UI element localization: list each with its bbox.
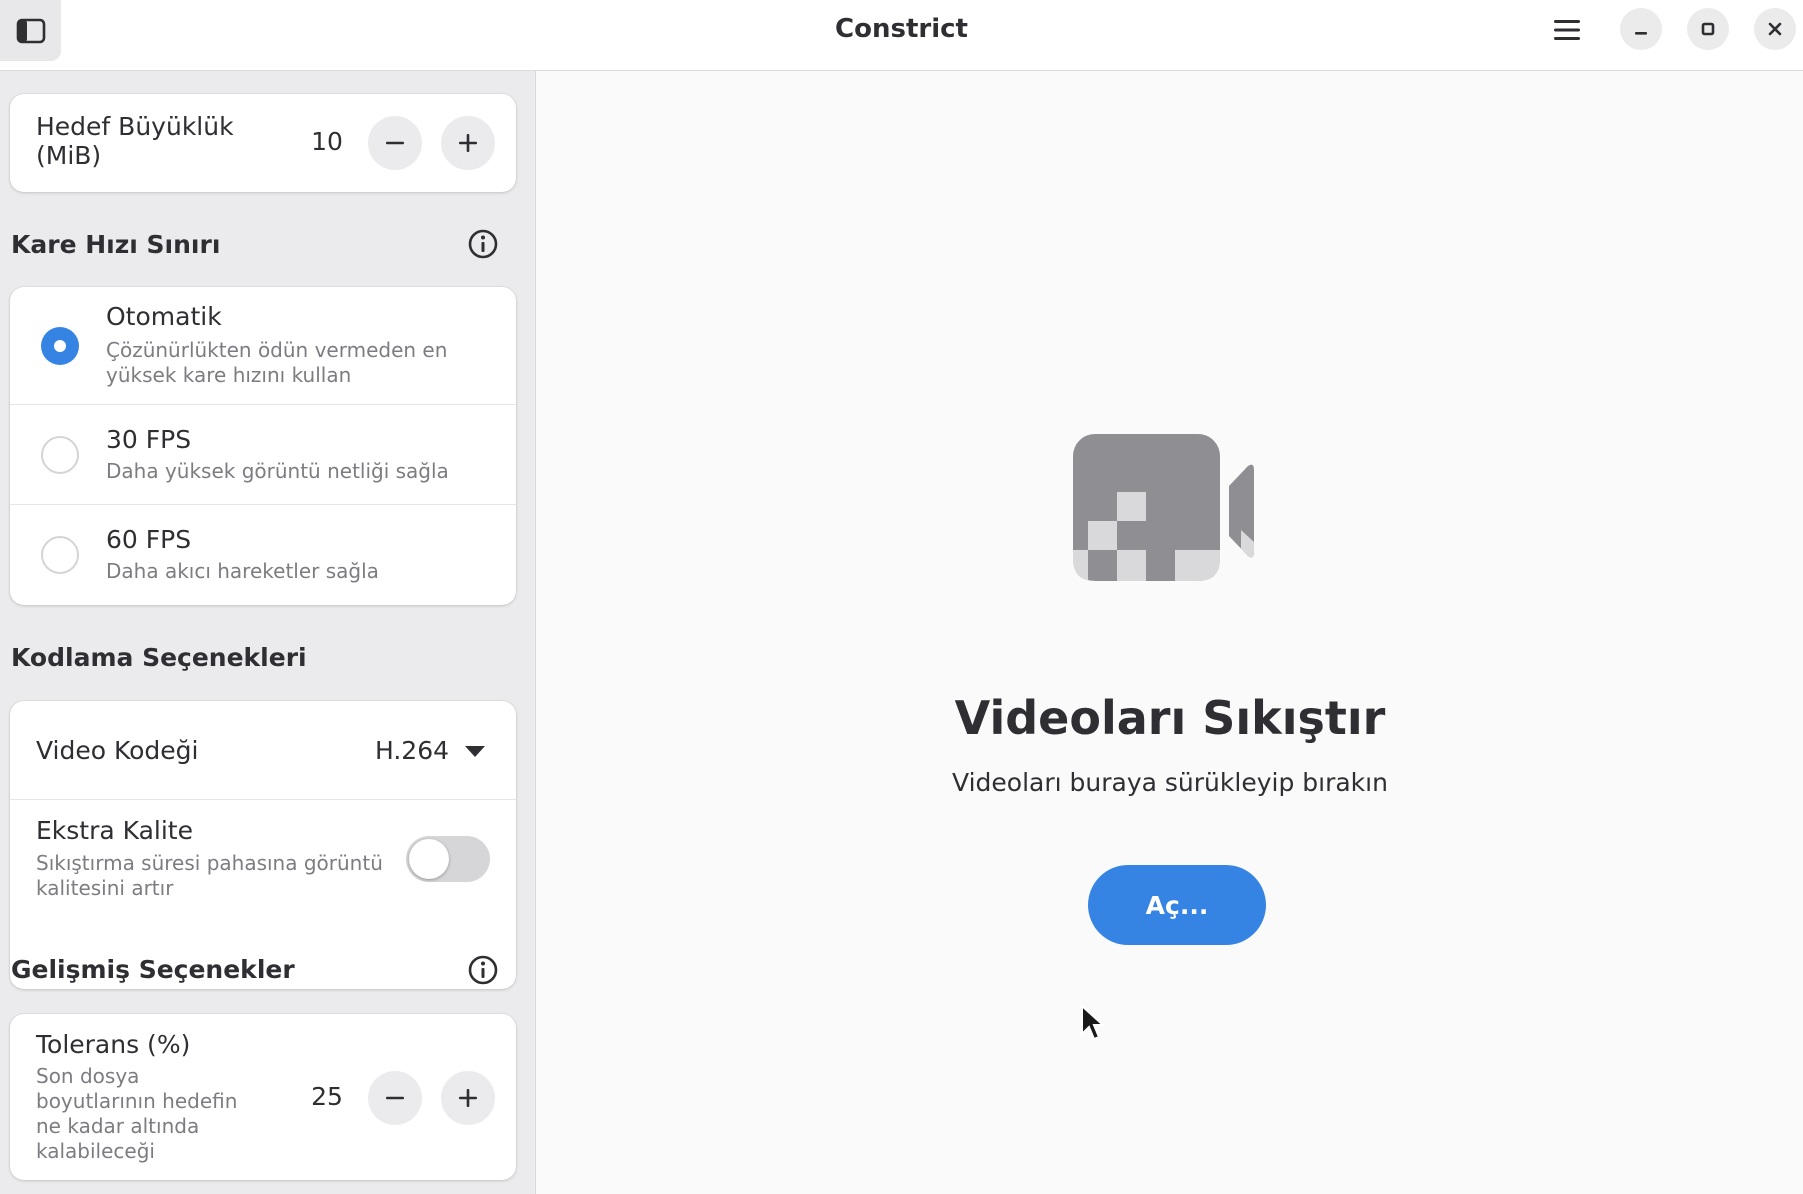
video-codec-row[interactable]: Video Kodeği H.264 (10, 701, 516, 800)
hamburger-menu-icon (1554, 20, 1580, 40)
frame-rate-radio-30fps[interactable] (41, 436, 79, 474)
target-size-label: Hedef Büyüklük (MiB) (36, 112, 234, 170)
video-camera-icon (1073, 434, 1254, 581)
frame-rate-option-title: 30 FPS (106, 425, 192, 454)
sidebar-toggle-icon (16, 18, 45, 43)
video-codec-label: Video Kodeği (36, 736, 199, 765)
tolerance-row: Tolerans (%) Son dosya boyutlarının hede… (10, 1014, 516, 1180)
close-button[interactable] (1754, 8, 1796, 50)
frame-rate-option-subtitle: Daha yüksek görüntü netliği sağla (106, 459, 449, 483)
window-title: Constrict (835, 14, 968, 44)
extra-quality-subtitle: Sıkıştırma süresi pahasına görüntü kalit… (36, 851, 383, 900)
tolerance-value[interactable]: 25 (302, 1082, 352, 1111)
extra-quality-switch[interactable] (406, 836, 490, 882)
settings-sidebar: Hedef Büyüklük (MiB) 10 Kare Hızı Sınırı… (0, 71, 536, 1194)
video-codec-value[interactable]: H.264 (375, 736, 449, 765)
header-bar: Constrict (0, 0, 1803, 71)
tolerance-increment-button[interactable] (441, 1071, 495, 1125)
tolerance-subtitle: Son dosya boyutlarının hedefin ne kadar … (36, 1064, 238, 1163)
tolerance-title: Tolerans (%) (36, 1030, 191, 1059)
target-size-value[interactable]: 10 (302, 127, 352, 156)
main-menu-button[interactable] (1544, 7, 1590, 53)
advanced-heading: Gelişmiş Seçenekler (11, 955, 295, 984)
frame-rate-option-title: 60 FPS (106, 525, 192, 554)
encoding-heading: Kodlama Seçenekleri (11, 643, 307, 672)
frame-rate-option-auto[interactable]: Otomatik Çözünürlükten ödün vermeden en … (10, 287, 516, 405)
switch-knob (409, 839, 449, 879)
tolerance-decrement-button[interactable] (368, 1071, 422, 1125)
chevron-down-icon (465, 746, 485, 757)
minimize-button[interactable] (1620, 8, 1662, 50)
main-title: Videoları Sıkıştır (954, 691, 1386, 745)
frame-rate-info-button[interactable] (463, 224, 503, 264)
minimize-icon (1635, 32, 1647, 35)
mouse-cursor-icon (1081, 1004, 1106, 1041)
info-icon (468, 955, 498, 985)
open-button[interactable]: Aç... (1088, 865, 1266, 945)
extra-quality-title: Ekstra Kalite (36, 816, 193, 845)
frame-rate-option-subtitle: Daha akıcı hareketler sağla (106, 559, 379, 583)
frame-rate-option-60fps[interactable]: 60 FPS Daha akıcı hareketler sağla (10, 505, 516, 605)
plus-icon (459, 134, 477, 152)
main-subtitle: Videoları buraya sürükleyip bırakın (952, 768, 1388, 797)
advanced-info-button[interactable] (463, 950, 503, 990)
plus-icon (459, 1089, 477, 1107)
frame-rate-heading: Kare Hızı Sınırı (11, 230, 221, 259)
frame-rate-option-subtitle: Çözünürlükten ödün vermeden en yüksek ka… (106, 338, 448, 387)
encoding-card: Video Kodeği H.264 Ekstra Kalite Sıkıştı… (10, 701, 516, 989)
frame-rate-radio-60fps[interactable] (41, 536, 79, 574)
target-size-increment-button[interactable] (441, 116, 495, 170)
info-icon (468, 229, 498, 259)
target-size-row: Hedef Büyüklük (MiB) 10 (10, 94, 516, 192)
minus-icon (386, 1096, 404, 1100)
frame-rate-card: Otomatik Çözünürlükten ödün vermeden en … (10, 287, 516, 605)
target-size-decrement-button[interactable] (368, 116, 422, 170)
target-size-card: Hedef Büyüklük (MiB) 10 (10, 94, 516, 192)
frame-rate-option-30fps[interactable]: 30 FPS Daha yüksek görüntü netliği sağla (10, 405, 516, 505)
frame-rate-option-title: Otomatik (106, 302, 222, 331)
close-icon (1768, 22, 1782, 36)
sidebar-toggle-button[interactable] (0, 0, 61, 61)
drop-zone[interactable]: Videoları Sıkıştır Videoları buraya sürü… (537, 71, 1803, 1194)
tolerance-card: Tolerans (%) Son dosya boyutlarının hede… (10, 1014, 516, 1180)
frame-rate-radio-auto[interactable] (41, 327, 79, 365)
minus-icon (386, 141, 404, 145)
maximize-icon (1701, 22, 1715, 36)
maximize-button[interactable] (1687, 8, 1729, 50)
